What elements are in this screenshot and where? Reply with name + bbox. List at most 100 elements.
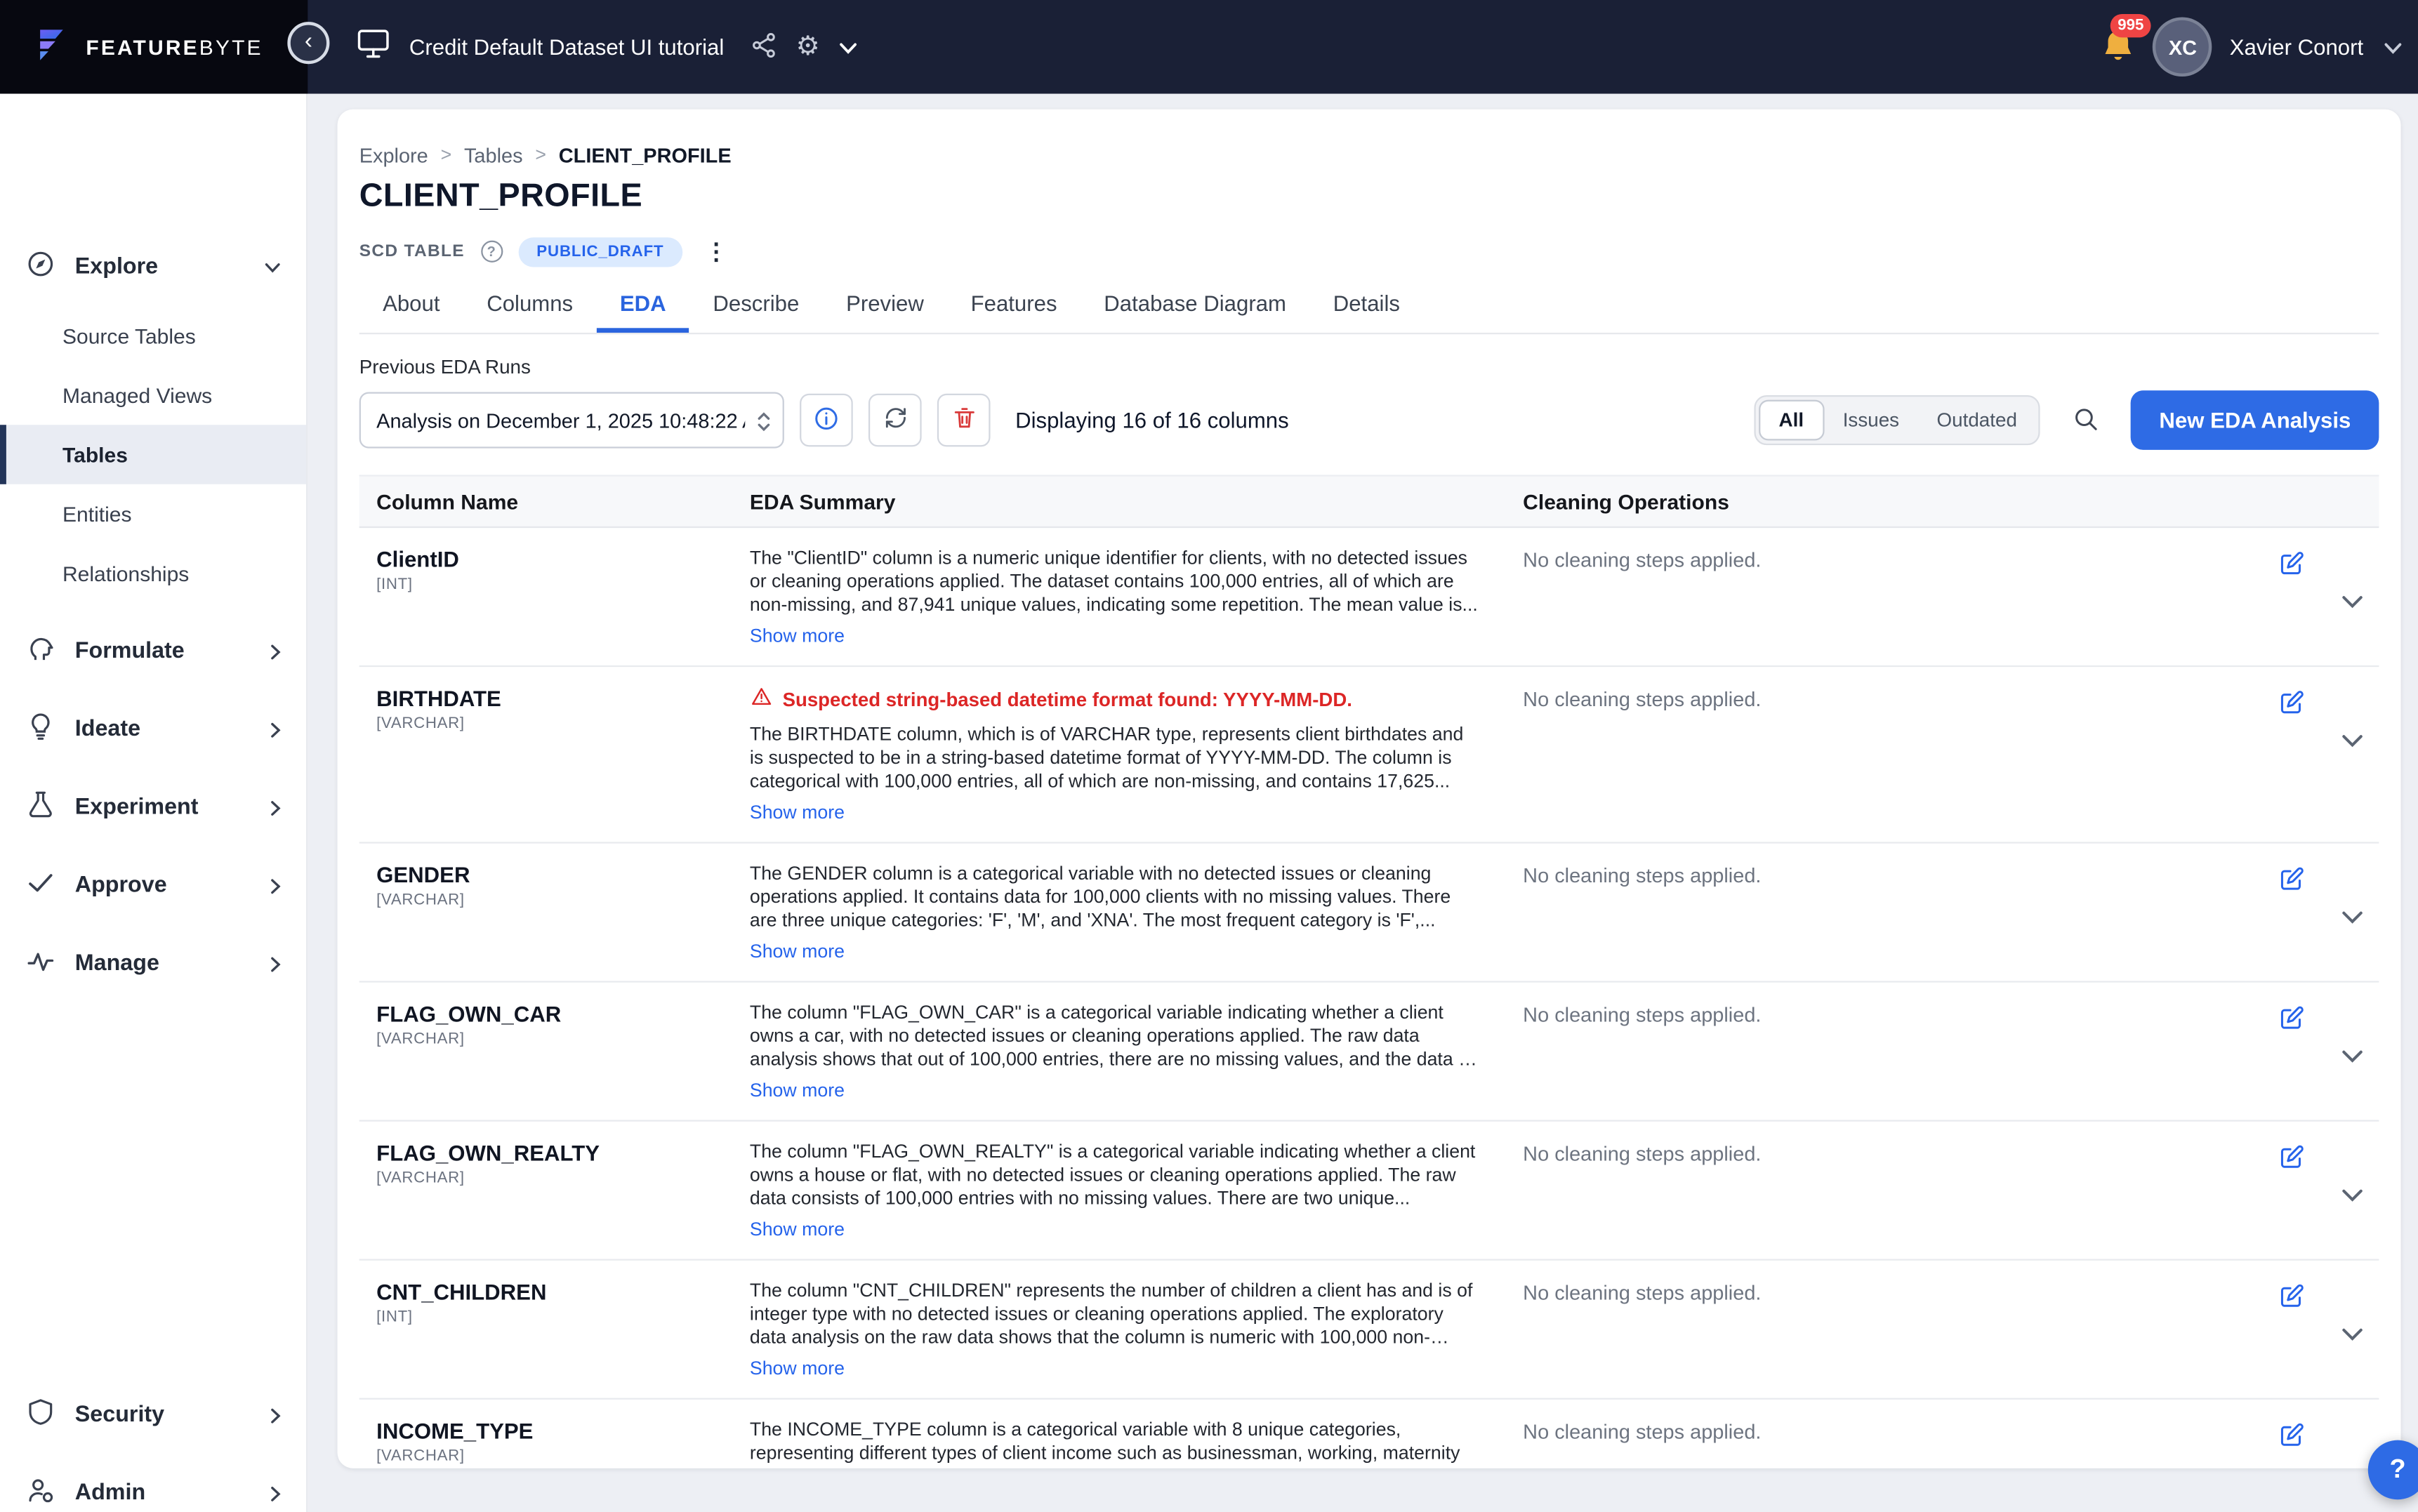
chevron-right-icon	[270, 877, 282, 894]
sidebar-collapse-button[interactable]: ‹	[287, 22, 329, 64]
display-count-text: Displaying 16 of 16 columns	[1015, 408, 1289, 433]
sidebar-item-approve[interactable]: Approve	[0, 847, 306, 924]
tab-columns[interactable]: Columns	[463, 275, 597, 333]
chevron-left-icon: ‹	[305, 29, 312, 53]
sidebar-item-entities[interactable]: Entities	[0, 484, 306, 544]
sidebar-item-security[interactable]: Security	[0, 1376, 306, 1454]
tab-features[interactable]: Features	[947, 275, 1081, 333]
cleaning-operations-text: No cleaning steps applied.	[1523, 545, 1761, 572]
edit-cleaning-button[interactable]	[2278, 1004, 2306, 1037]
chevron-right-icon	[270, 1485, 282, 1501]
show-more-link[interactable]: Show more	[750, 1080, 1481, 1101]
eda-columns-table: Column Name EDA Summary Cleaning Operati…	[359, 475, 2379, 1468]
column-dtype: [VARCHAR]	[376, 1448, 750, 1465]
help-tooltip-icon[interactable]: ?	[480, 241, 502, 263]
show-more-link[interactable]: Show more	[750, 941, 1481, 962]
table-row: GENDER [VARCHAR] The GENDER column is a …	[359, 844, 2379, 983]
chevron-right-icon	[270, 799, 282, 816]
notifications-button[interactable]: 995	[2101, 27, 2136, 73]
sidebar-item-source-tables[interactable]: Source Tables	[0, 306, 306, 366]
sidebar-item-tables[interactable]: Tables	[0, 425, 306, 484]
edit-cleaning-button[interactable]	[2278, 1143, 2306, 1176]
expand-row-button[interactable]	[2341, 1045, 2363, 1068]
tab-about[interactable]: About	[359, 275, 463, 333]
edit-icon	[2278, 1014, 2306, 1037]
filter-outdated[interactable]: Outdated	[1918, 402, 2036, 439]
edit-cleaning-button[interactable]	[2278, 689, 2306, 722]
expand-row-button[interactable]	[2341, 1323, 2363, 1346]
tab-describe[interactable]: Describe	[689, 275, 823, 333]
column-name: ClientID	[376, 547, 750, 572]
sidebar-item-formulate[interactable]: Formulate	[0, 612, 306, 690]
sidebar: Explore Source Tables Managed Views Tabl…	[0, 94, 308, 1512]
sidebar-item-ideate[interactable]: Ideate	[0, 691, 306, 769]
share-button[interactable]	[749, 30, 777, 63]
head-icon	[25, 632, 56, 671]
filter-all[interactable]: All	[1759, 400, 1824, 441]
user-avatar[interactable]: XC	[2156, 20, 2209, 74]
table-row: INCOME_TYPE [VARCHAR] The INCOME_TYPE co…	[359, 1400, 2379, 1468]
show-more-link[interactable]: Show more	[750, 1219, 1481, 1240]
filter-issues[interactable]: Issues	[1824, 402, 1918, 439]
tab-preview[interactable]: Preview	[823, 275, 948, 333]
sidebar-item-label: Tables	[62, 443, 128, 466]
expand-row-button[interactable]	[2341, 590, 2363, 614]
edit-cleaning-button[interactable]	[2278, 866, 2306, 898]
breadcrumb-separator: >	[535, 144, 546, 166]
brand-name-primary: FEATURE	[86, 35, 199, 58]
sidebar-item-manage[interactable]: Manage	[0, 924, 306, 1002]
column-dtype: [INT]	[376, 576, 750, 593]
edit-cleaning-button[interactable]	[2278, 550, 2306, 583]
column-name: CNT_CHILDREN	[376, 1279, 750, 1304]
eda-run-select[interactable]: Analysis on December 1, 2025 10:48:22 AM	[359, 392, 784, 449]
sidebar-item-explore[interactable]: Explore	[0, 228, 306, 306]
table-header-row: Column Name EDA Summary Cleaning Operati…	[359, 475, 2379, 528]
eda-summary-text: The GENDER column is a categorical varia…	[750, 862, 1481, 932]
sidebar-item-relationships[interactable]: Relationships	[0, 543, 306, 603]
filter-segmented-control: All Issues Outdated	[1754, 395, 2040, 445]
sidebar-item-label: Experiment	[75, 795, 199, 821]
chevron-down-icon	[2341, 590, 2363, 614]
user-menu-button[interactable]	[2384, 35, 2403, 58]
catalog-title[interactable]: Credit Default Dataset UI tutorial	[409, 34, 724, 60]
expand-row-button[interactable]	[2341, 1184, 2363, 1207]
chevron-down-icon	[2341, 1045, 2363, 1068]
refresh-icon	[882, 404, 909, 436]
tab-details[interactable]: Details	[1309, 275, 1423, 333]
show-more-link[interactable]: Show more	[750, 802, 1481, 823]
kebab-menu-icon[interactable]: ⋮	[698, 237, 734, 265]
tab-database-diagram[interactable]: Database Diagram	[1081, 275, 1309, 333]
sidebar-item-admin[interactable]: Admin	[0, 1454, 306, 1512]
run-info-button[interactable]	[800, 394, 853, 447]
brand-logo: FEATUREBYTE	[0, 0, 308, 94]
main-content: Explore > Tables > CLIENT_PROFILE CLIENT…	[308, 94, 2418, 1512]
tab-eda[interactable]: EDA	[597, 275, 690, 333]
sidebar-item-label: Entities	[62, 502, 132, 525]
edit-cleaning-button[interactable]	[2278, 1421, 2306, 1454]
show-more-link[interactable]: Show more	[750, 1358, 1481, 1379]
breadcrumb-tables[interactable]: Tables	[464, 143, 523, 166]
refresh-run-button[interactable]	[868, 394, 922, 447]
edit-icon	[2278, 1153, 2306, 1176]
table-type-label: SCD TABLE	[359, 242, 465, 261]
lightbulb-icon	[25, 710, 56, 749]
display-icon	[356, 27, 390, 67]
sidebar-item-label: Managed Views	[62, 383, 212, 406]
eda-summary-text: The "ClientID" column is a numeric uniqu…	[750, 547, 1481, 617]
search-button[interactable]	[2059, 394, 2113, 447]
shield-icon	[25, 1395, 56, 1435]
notification-count-badge: 995	[2110, 13, 2151, 37]
breadcrumb-explore[interactable]: Explore	[359, 143, 428, 166]
delete-run-button[interactable]	[937, 394, 991, 447]
sidebar-item-label: Relationships	[62, 562, 189, 585]
catalog-menu-button[interactable]	[838, 35, 857, 58]
sidebar-item-label: Manage	[75, 951, 159, 976]
edit-cleaning-button[interactable]	[2278, 1282, 2306, 1315]
sidebar-item-managed-views[interactable]: Managed Views	[0, 366, 306, 425]
settings-button[interactable]: ⚙	[796, 32, 820, 63]
expand-row-button[interactable]	[2341, 729, 2363, 752]
new-eda-analysis-button[interactable]: New EDA Analysis	[2131, 390, 2379, 450]
expand-row-button[interactable]	[2341, 906, 2363, 929]
show-more-link[interactable]: Show more	[750, 625, 1481, 646]
sidebar-item-experiment[interactable]: Experiment	[0, 769, 306, 847]
